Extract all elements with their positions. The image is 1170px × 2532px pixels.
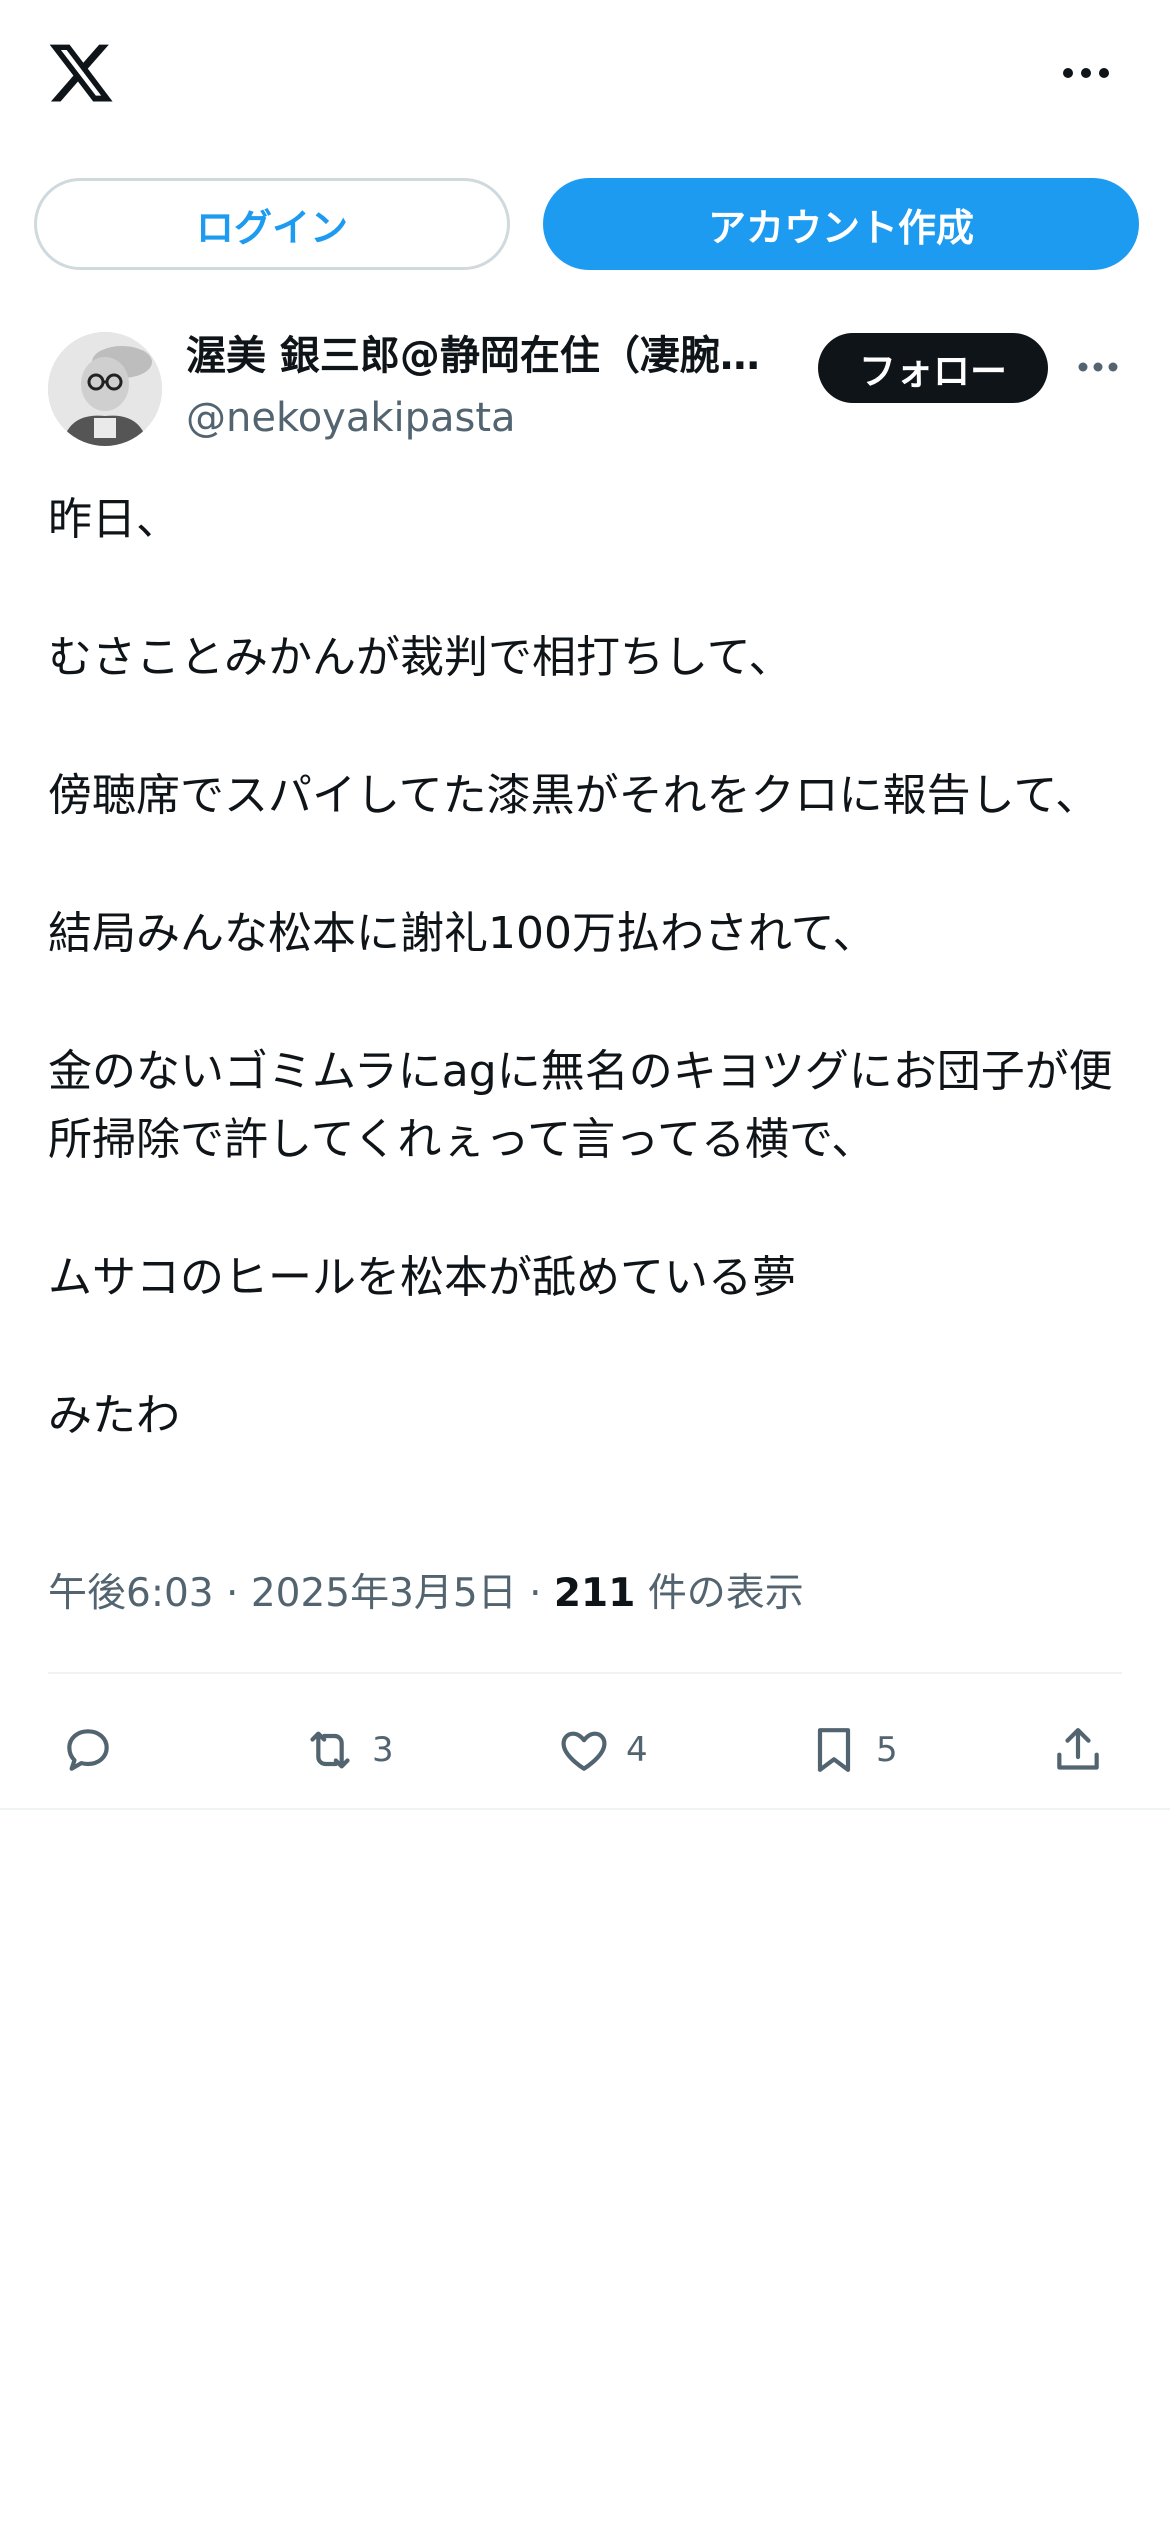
action-bar: 3 4 5 xyxy=(0,1700,1170,1800)
bookmark-button[interactable]: 5 xyxy=(806,1700,898,1800)
heart-icon xyxy=(561,1731,607,1771)
like-button[interactable]: 4 xyxy=(556,1700,648,1800)
post-date[interactable]: 2025年3月5日 xyxy=(251,1571,517,1616)
post-more-icon[interactable] xyxy=(1076,352,1120,382)
repost-count: 3 xyxy=(372,1730,394,1770)
post-paragraph: 金のないゴミムラにagに無名のキヨツグにお団子が便所掃除で許してくれぇって言って… xyxy=(48,1046,1113,1165)
signup-button[interactable]: アカウント作成 xyxy=(543,178,1139,270)
x-logo-icon[interactable] xyxy=(46,38,116,108)
more-horizontal-icon[interactable] xyxy=(1060,56,1112,90)
post-paragraph: 傍聴席でスパイしてた漆黒がそれをクロに報告して、 xyxy=(48,770,1100,821)
post-paragraph: みたわ xyxy=(48,1390,180,1441)
top-bar xyxy=(0,0,1170,150)
share-button[interactable] xyxy=(1050,1700,1106,1800)
views-label: 件の表示 xyxy=(647,1571,804,1616)
post-meta: 午後6:03 · 2025年3月5日 · 211 件の表示 xyxy=(48,1564,804,1624)
repost-button[interactable]: 3 xyxy=(302,1700,394,1800)
meta-separator: · xyxy=(529,1571,542,1616)
views-count: 211 xyxy=(553,1571,636,1616)
login-button[interactable]: ログイン xyxy=(34,178,510,270)
follow-button[interactable]: フォロー xyxy=(818,333,1048,403)
avatar[interactable] xyxy=(48,332,162,446)
divider xyxy=(48,1672,1122,1674)
post-paragraph: 昨日、 xyxy=(48,494,180,545)
divider xyxy=(0,1808,1170,1810)
post-text: 昨日、 むさことみかんが裁判で相打ちして、 傍聴席でスパイしてた漆黒がそれをクロ… xyxy=(48,486,1128,1450)
post-paragraph: 結局みんな松本に謝礼100万払わされて、 xyxy=(48,908,877,959)
post-paragraph: むさことみかんが裁判で相打ちして、 xyxy=(48,632,793,683)
meta-separator: · xyxy=(226,1571,239,1616)
post-time[interactable]: 午後6:03 xyxy=(48,1571,214,1616)
like-count: 4 xyxy=(626,1730,648,1770)
repost-icon xyxy=(310,1731,350,1769)
reply-button[interactable] xyxy=(60,1700,116,1800)
post-paragraph: ムサコのヒールを松本が舐めている夢 xyxy=(48,1252,796,1303)
author-display-name[interactable]: 渥美 銀三郎@静岡在住（凄腕… xyxy=(186,330,796,382)
share-icon xyxy=(1057,1728,1099,1770)
author-handle[interactable]: @nekoyakipasta xyxy=(186,392,516,444)
reply-icon xyxy=(67,1729,109,1771)
avatar-image xyxy=(48,332,162,446)
bookmark-icon xyxy=(817,1728,851,1772)
bookmark-count: 5 xyxy=(876,1730,898,1770)
